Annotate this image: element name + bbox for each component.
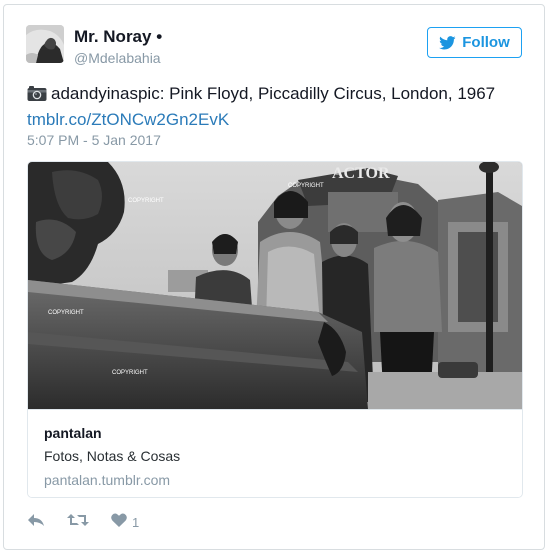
watermark-1: COPYRIGHT	[128, 198, 164, 204]
camera-icon	[27, 85, 47, 108]
retweet-icon	[67, 513, 89, 532]
tweet-text: adandyinaspic: Pink Floyd, Piccadilly Ci…	[27, 82, 527, 131]
card-photo[interactable]: COPYRIGHT COPYRIGHT COPYRIGHT COPYRIGHT …	[28, 162, 522, 409]
tweet-timestamp[interactable]: 5:07 PM - 5 Jan 2017	[27, 132, 161, 148]
like-button[interactable]: 1	[111, 512, 140, 532]
card-domain[interactable]: pantalan.tumblr.com	[44, 472, 170, 488]
reply-icon	[27, 513, 45, 532]
band-photo: COPYRIGHT COPYRIGHT COPYRIGHT COPYRIGHT …	[28, 162, 522, 409]
tweet-body: adandyinaspic: Pink Floyd, Piccadilly Ci…	[51, 84, 496, 103]
heart-icon	[111, 512, 127, 532]
card-description: Fotos, Notas & Cosas	[44, 448, 181, 464]
building-sign: ACTOR	[332, 165, 390, 182]
card-title[interactable]: pantalan	[44, 425, 102, 441]
follow-button-label: Follow	[462, 34, 510, 51]
author-display-name[interactable]: Mr. Noray •	[74, 27, 162, 47]
avatar[interactable]	[26, 25, 64, 63]
tweet-actions: 1	[27, 512, 139, 532]
reply-button[interactable]	[27, 513, 45, 532]
watermark-2: COPYRIGHT	[288, 183, 324, 189]
watermark-3: COPYRIGHT	[48, 310, 84, 316]
author-handle[interactable]: @Mdelabahia	[74, 50, 161, 66]
follow-button[interactable]: Follow	[427, 27, 522, 58]
tweet-link[interactable]: tmblr.co/ZtONCw2Gn2EvK	[27, 110, 229, 129]
twitter-bird-icon	[439, 35, 456, 50]
watermark-4: COPYRIGHT	[112, 370, 148, 376]
retweet-button[interactable]	[67, 513, 89, 532]
avatar-photo	[26, 25, 64, 63]
card-info[interactable]: pantalan Fotos, Notas & Cosas pantalan.t…	[28, 409, 522, 497]
media-card[interactable]: COPYRIGHT COPYRIGHT COPYRIGHT COPYRIGHT …	[27, 161, 523, 498]
like-count: 1	[132, 514, 140, 530]
